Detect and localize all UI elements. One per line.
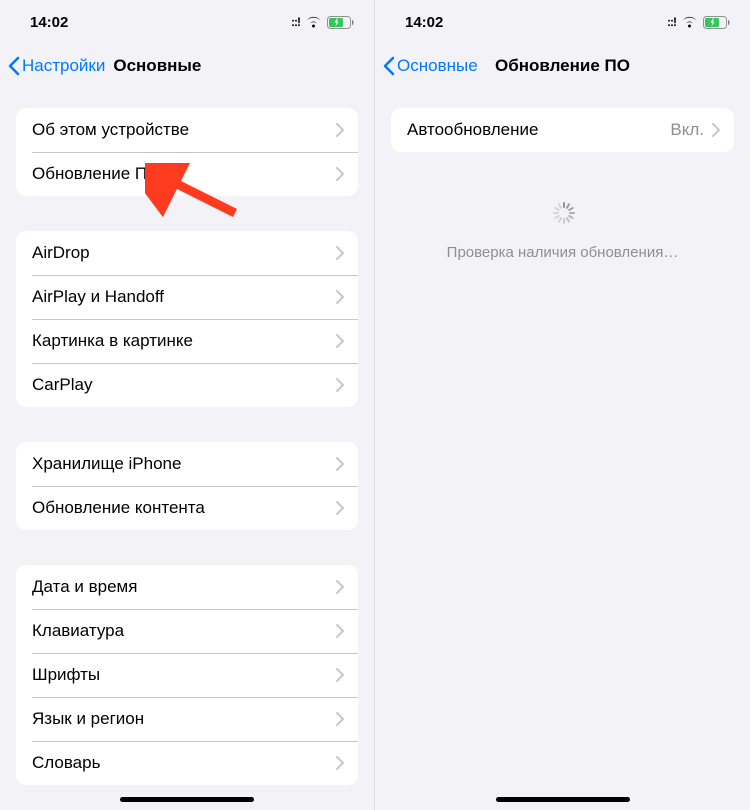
row-fonts[interactable]: Шрифты [16, 653, 358, 697]
chevron-left-icon [383, 56, 395, 76]
battery-icon [327, 16, 354, 29]
row-background-refresh[interactable]: Обновление контента [16, 486, 358, 530]
chevron-right-icon [336, 580, 344, 594]
row-auto-update[interactable]: Автообновление Вкл. [391, 108, 734, 152]
chevron-left-icon [8, 56, 20, 76]
row-label: CarPlay [32, 375, 336, 395]
back-label: Настройки [22, 56, 105, 76]
checking-status-text: Проверка наличия обновления… [391, 244, 734, 261]
content-area: Автообновление Вкл. Проверка наличия [375, 108, 750, 261]
row-label: Язык и регион [32, 709, 336, 729]
settings-group: AirDrop AirPlay и Handoff Картинка в кар… [16, 231, 358, 407]
row-label: Обновление контента [32, 498, 336, 518]
status-icons: ::! [291, 15, 354, 29]
chevron-right-icon [336, 457, 344, 471]
back-button[interactable]: Основные [383, 56, 478, 76]
row-iphone-storage[interactable]: Хранилище iPhone [16, 442, 358, 486]
settings-group: Автообновление Вкл. [391, 108, 734, 152]
row-value: Вкл. [670, 120, 704, 140]
loading-area: Проверка наличия обновления… [391, 202, 734, 261]
row-software-update[interactable]: Обновление ПО [16, 152, 358, 196]
row-label: Автообновление [407, 120, 670, 140]
content-area: Об этом устройстве Обновление ПО AirDrop… [0, 108, 374, 785]
back-button[interactable]: Настройки [8, 56, 105, 76]
spinner-icon [552, 202, 574, 224]
settings-group: Хранилище iPhone Обновление контента [16, 442, 358, 530]
chevron-right-icon [336, 334, 344, 348]
dual-sim-icon: ::! [291, 15, 300, 29]
row-label: Клавиатура [32, 621, 336, 641]
status-bar: 14:02 ::! [0, 0, 374, 44]
battery-icon [703, 16, 730, 29]
row-dictionary[interactable]: Словарь [16, 741, 358, 785]
screen-software-update: 14:02 ::! Основные Обновление ПО Автообн… [375, 0, 750, 810]
screen-general-settings: 14:02 ::! Настройки Основные Об этом уст… [0, 0, 375, 810]
chevron-right-icon [336, 668, 344, 682]
row-label: Обновление ПО [32, 164, 336, 184]
settings-group: Об этом устройстве Обновление ПО [16, 108, 358, 196]
page-title: Обновление ПО [495, 56, 630, 76]
row-date-time[interactable]: Дата и время [16, 565, 358, 609]
chevron-right-icon [336, 501, 344, 515]
row-label: Об этом устройстве [32, 120, 336, 140]
status-icons: ::! [667, 15, 730, 29]
row-label: Картинка в картинке [32, 331, 336, 351]
row-keyboard[interactable]: Клавиатура [16, 609, 358, 653]
row-airdrop[interactable]: AirDrop [16, 231, 358, 275]
nav-bar: Настройки Основные [0, 44, 374, 88]
status-bar: 14:02 ::! [375, 0, 750, 44]
dual-sim-icon: ::! [667, 15, 676, 29]
row-label: Шрифты [32, 665, 336, 685]
row-carplay[interactable]: CarPlay [16, 363, 358, 407]
chevron-right-icon [336, 167, 344, 181]
home-indicator [496, 797, 630, 802]
row-language-region[interactable]: Язык и регион [16, 697, 358, 741]
status-time: 14:02 [30, 14, 68, 31]
chevron-right-icon [336, 756, 344, 770]
wifi-icon [305, 16, 322, 28]
chevron-right-icon [336, 712, 344, 726]
settings-group: Дата и время Клавиатура Шрифты Язык и ре… [16, 565, 358, 785]
row-label: AirPlay и Handoff [32, 287, 336, 307]
row-label: Словарь [32, 753, 336, 773]
chevron-right-icon [336, 123, 344, 137]
row-label: Дата и время [32, 577, 336, 597]
chevron-right-icon [336, 378, 344, 392]
chevron-right-icon [336, 246, 344, 260]
status-time: 14:02 [405, 14, 443, 31]
chevron-right-icon [336, 290, 344, 304]
home-indicator [120, 797, 254, 802]
nav-bar: Основные Обновление ПО [375, 44, 750, 88]
row-pip[interactable]: Картинка в картинке [16, 319, 358, 363]
chevron-right-icon [336, 624, 344, 638]
chevron-right-icon [712, 123, 720, 137]
row-label: AirDrop [32, 243, 336, 263]
row-airplay-handoff[interactable]: AirPlay и Handoff [16, 275, 358, 319]
back-label: Основные [397, 56, 478, 76]
wifi-icon [681, 16, 698, 28]
row-label: Хранилище iPhone [32, 454, 336, 474]
page-title: Основные [113, 56, 201, 76]
row-about[interactable]: Об этом устройстве [16, 108, 358, 152]
